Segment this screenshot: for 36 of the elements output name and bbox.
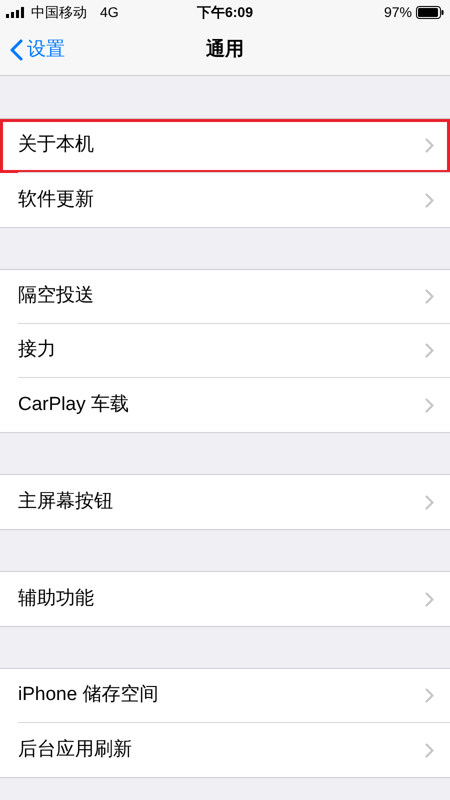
battery-icon xyxy=(416,6,444,19)
row-label: 后台应用刷新 xyxy=(18,738,133,762)
settings-row[interactable]: 关于本机 xyxy=(0,119,450,173)
chevron-icon xyxy=(425,494,434,510)
signal-icon xyxy=(6,7,26,18)
chevron-icon xyxy=(425,742,434,758)
row-label: iPhone 储存空间 xyxy=(18,683,160,708)
settings-row[interactable]: CarPlay 车载 xyxy=(0,378,450,432)
row-label: 关于本机 xyxy=(18,133,95,158)
chevron-icon xyxy=(425,398,434,412)
chevron-icon xyxy=(425,289,434,304)
row-label: CarPlay 车载 xyxy=(18,392,130,417)
settings-row[interactable]: 辅助功能 xyxy=(0,572,450,626)
settings-row[interactable]: 接力 xyxy=(0,324,450,378)
network-type: 4G xyxy=(100,3,119,22)
chevron-icon xyxy=(425,592,434,606)
settings-row[interactable]: iPhone 储存空间 xyxy=(0,669,450,723)
chevron-icon xyxy=(425,192,434,208)
battery-percent: 97% xyxy=(384,3,412,22)
chevron-icon xyxy=(425,688,434,703)
nav-title: 通用 xyxy=(206,38,244,62)
carrier-name: 中国移动 xyxy=(31,3,87,22)
row-label: 软件更新 xyxy=(18,188,95,212)
chevron-icon xyxy=(425,138,434,153)
settings-row[interactable]: 主屏幕按钮 xyxy=(0,475,450,529)
back-chevron-icon xyxy=(10,39,23,61)
row-label: 主屏幕按钮 xyxy=(18,490,114,514)
row-label: 隔空投送 xyxy=(18,284,95,308)
row-label: 辅助功能 xyxy=(18,586,95,611)
clock-time: 下午6:09 xyxy=(196,3,254,22)
row-label: 接力 xyxy=(18,338,57,362)
settings-row[interactable]: 隔空投送 xyxy=(0,270,450,324)
chevron-icon xyxy=(425,343,434,358)
settings-row[interactable]: 软件更新 xyxy=(0,173,450,227)
back-button[interactable]: 设置 xyxy=(10,36,65,64)
settings-row[interactable]: 后台应用刷新 xyxy=(0,723,450,777)
